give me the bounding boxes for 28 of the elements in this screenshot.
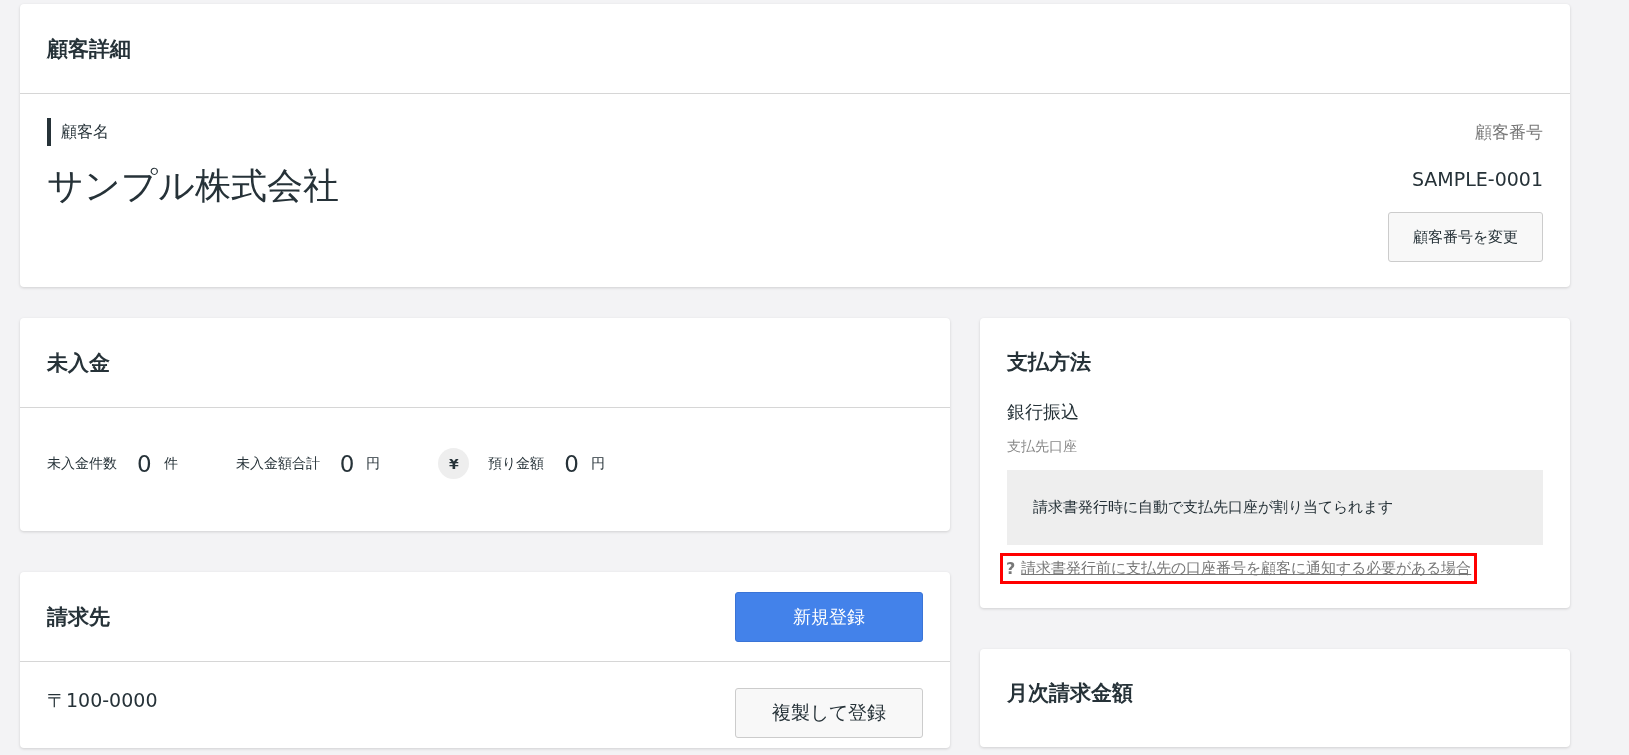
- help-icon: ?: [1006, 559, 1016, 578]
- stat-value: 0: [564, 450, 579, 477]
- customer-name: サンプル株式会社: [47, 164, 339, 208]
- postal-code: 〒100-0000: [47, 688, 158, 713]
- card-title: 請求先: [47, 603, 110, 631]
- stat-value: 0: [339, 450, 355, 477]
- stat-unit: 円: [590, 454, 605, 473]
- stat-label: 未入金額合計: [235, 454, 320, 473]
- account-label: 支払先口座: [1007, 438, 1078, 456]
- change-number-button[interactable]: 顧客番号を変更: [1388, 212, 1543, 262]
- stat-label: 未入金件数: [47, 454, 117, 473]
- payment-method: 銀行振込: [1007, 400, 1080, 424]
- card-title: 顧客詳細: [47, 35, 131, 63]
- customer-name-label: 顧客名: [47, 118, 339, 146]
- stat-label: 預り金額: [488, 454, 545, 473]
- help-link[interactable]: 請求書発行前に支払先の口座番号を顧客に通知する必要がある場合: [1021, 559, 1472, 578]
- stat-value: 0: [137, 450, 152, 477]
- copy-register-button[interactable]: 複製して登録: [735, 688, 923, 738]
- stat-unit: 円: [366, 454, 381, 473]
- customer-number-label: 顧客番号: [1475, 121, 1543, 144]
- card-title: 未入金: [47, 349, 110, 377]
- card-title: 月次請求金額: [1007, 680, 1134, 707]
- card-title: 支払方法: [1007, 349, 1092, 376]
- customer-number: SAMPLE-0001: [1411, 168, 1543, 190]
- yen-icon: ¥: [438, 448, 470, 479]
- account-note: 請求書発行時に自動で支払先口座が割り当てられます: [1007, 470, 1543, 545]
- new-register-button[interactable]: 新規登録: [735, 591, 923, 642]
- stat-unit: 件: [163, 454, 178, 473]
